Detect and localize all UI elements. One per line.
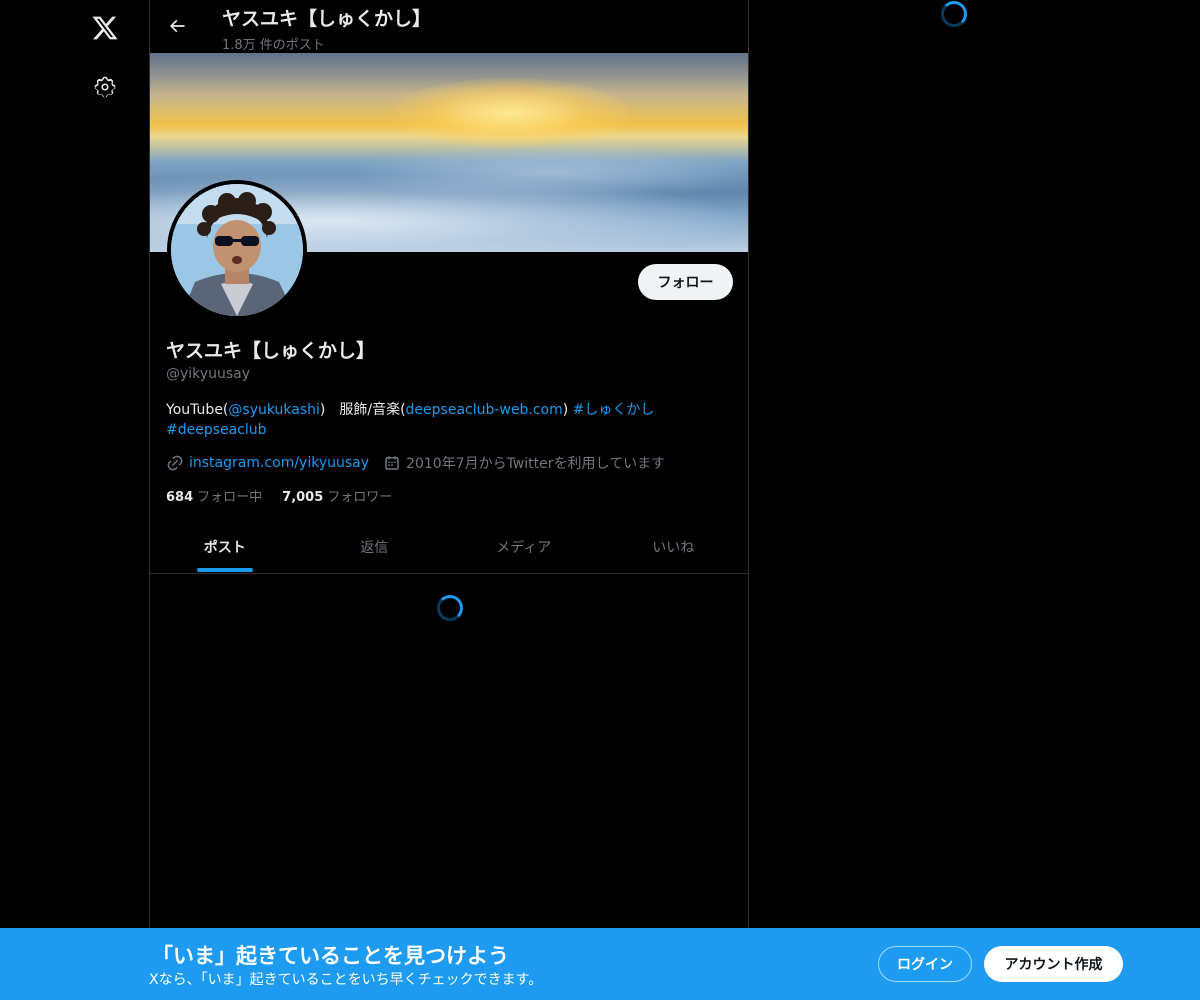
bio-hashtag-link[interactable]: #deepseaclub [166,422,267,438]
tab-replies[interactable]: 返信 [300,521,450,573]
signup-banner: 「いま」起きていることを見つけよう Xなら、「いま」起きていることをいち早くチェ… [0,928,1200,1000]
follow-button[interactable]: フォロー [638,264,733,300]
follow-stats: 684 フォロー中 7,005 フォロワー [166,486,412,505]
following-link[interactable]: 684 フォロー中 [166,486,262,505]
tab-label: メディア [496,540,552,556]
bio-website-link[interactable]: deepseaclub-web.com [406,402,563,418]
gear-icon[interactable] [82,64,128,110]
profile-meta: instagram.com/yikyuusay 2010年7月からTwitter… [166,453,665,473]
bio-hashtag-link[interactable]: #しゅくかし [573,402,655,418]
signup-banner-title: 「いま」起きていることを見つけよう [152,944,509,968]
followers-link[interactable]: 7,005 フォロワー [282,486,392,505]
followers-label: フォロワー [327,490,393,505]
header-post-count: 1.8万 件のポスト [222,38,325,53]
bio-text: ) [562,402,573,418]
link-icon [166,454,184,472]
tab-label: 返信 [360,540,389,556]
tab-label: いいね [652,540,695,556]
bio-text: YouTube( [166,402,229,418]
bio-mention-link[interactable]: @syukukashi [228,402,320,418]
loading-spinner [941,1,967,27]
active-tab-indicator [196,568,253,572]
followers-count: 7,005 [282,490,324,505]
back-arrow-icon[interactable] [160,9,194,43]
calendar-icon [383,454,401,472]
login-button[interactable]: ログイン [878,946,972,982]
bio-text: ) 服飾/音楽( [319,402,406,418]
tab-label: ポスト [203,540,246,556]
profile-website-link[interactable]: instagram.com/yikyuusay [189,455,369,471]
tab-likes[interactable]: いいね [599,521,749,573]
profile-header-bar: ヤスユキ【しゅくかし】 1.8万 件のポスト [150,0,748,53]
tab-media[interactable]: メディア [449,521,599,573]
loading-spinner [437,595,463,621]
x-logo-icon[interactable] [82,5,128,51]
profile-tabs: ポスト 返信 メディア いいね [150,521,748,574]
tab-posts[interactable]: ポスト [150,521,300,573]
create-account-button[interactable]: アカウント作成 [984,946,1123,982]
profile-bio: YouTube(@syukukashi) 服飾/音楽(deepseaclub-w… [166,400,726,440]
following-label: フォロー中 [197,490,263,505]
profile-handle: @yikyuusay [166,366,250,382]
header-display-name: ヤスユキ【しゅくかし】 [222,8,432,30]
profile-column: ヤスユキ【しゅくかし】 1.8万 件のポスト フォロー ヤスユキ【しゅくかし】 … [149,0,749,1000]
signup-banner-subtitle: Xなら、「いま」起きていることをいち早くチェックできます。 [149,972,543,988]
following-count: 684 [166,490,194,505]
avatar[interactable] [167,180,307,320]
profile-display-name: ヤスユキ【しゅくかし】 [166,340,376,362]
left-nav [0,0,150,1000]
joined-date: 2010年7月からTwitterを利用しています [406,456,666,472]
